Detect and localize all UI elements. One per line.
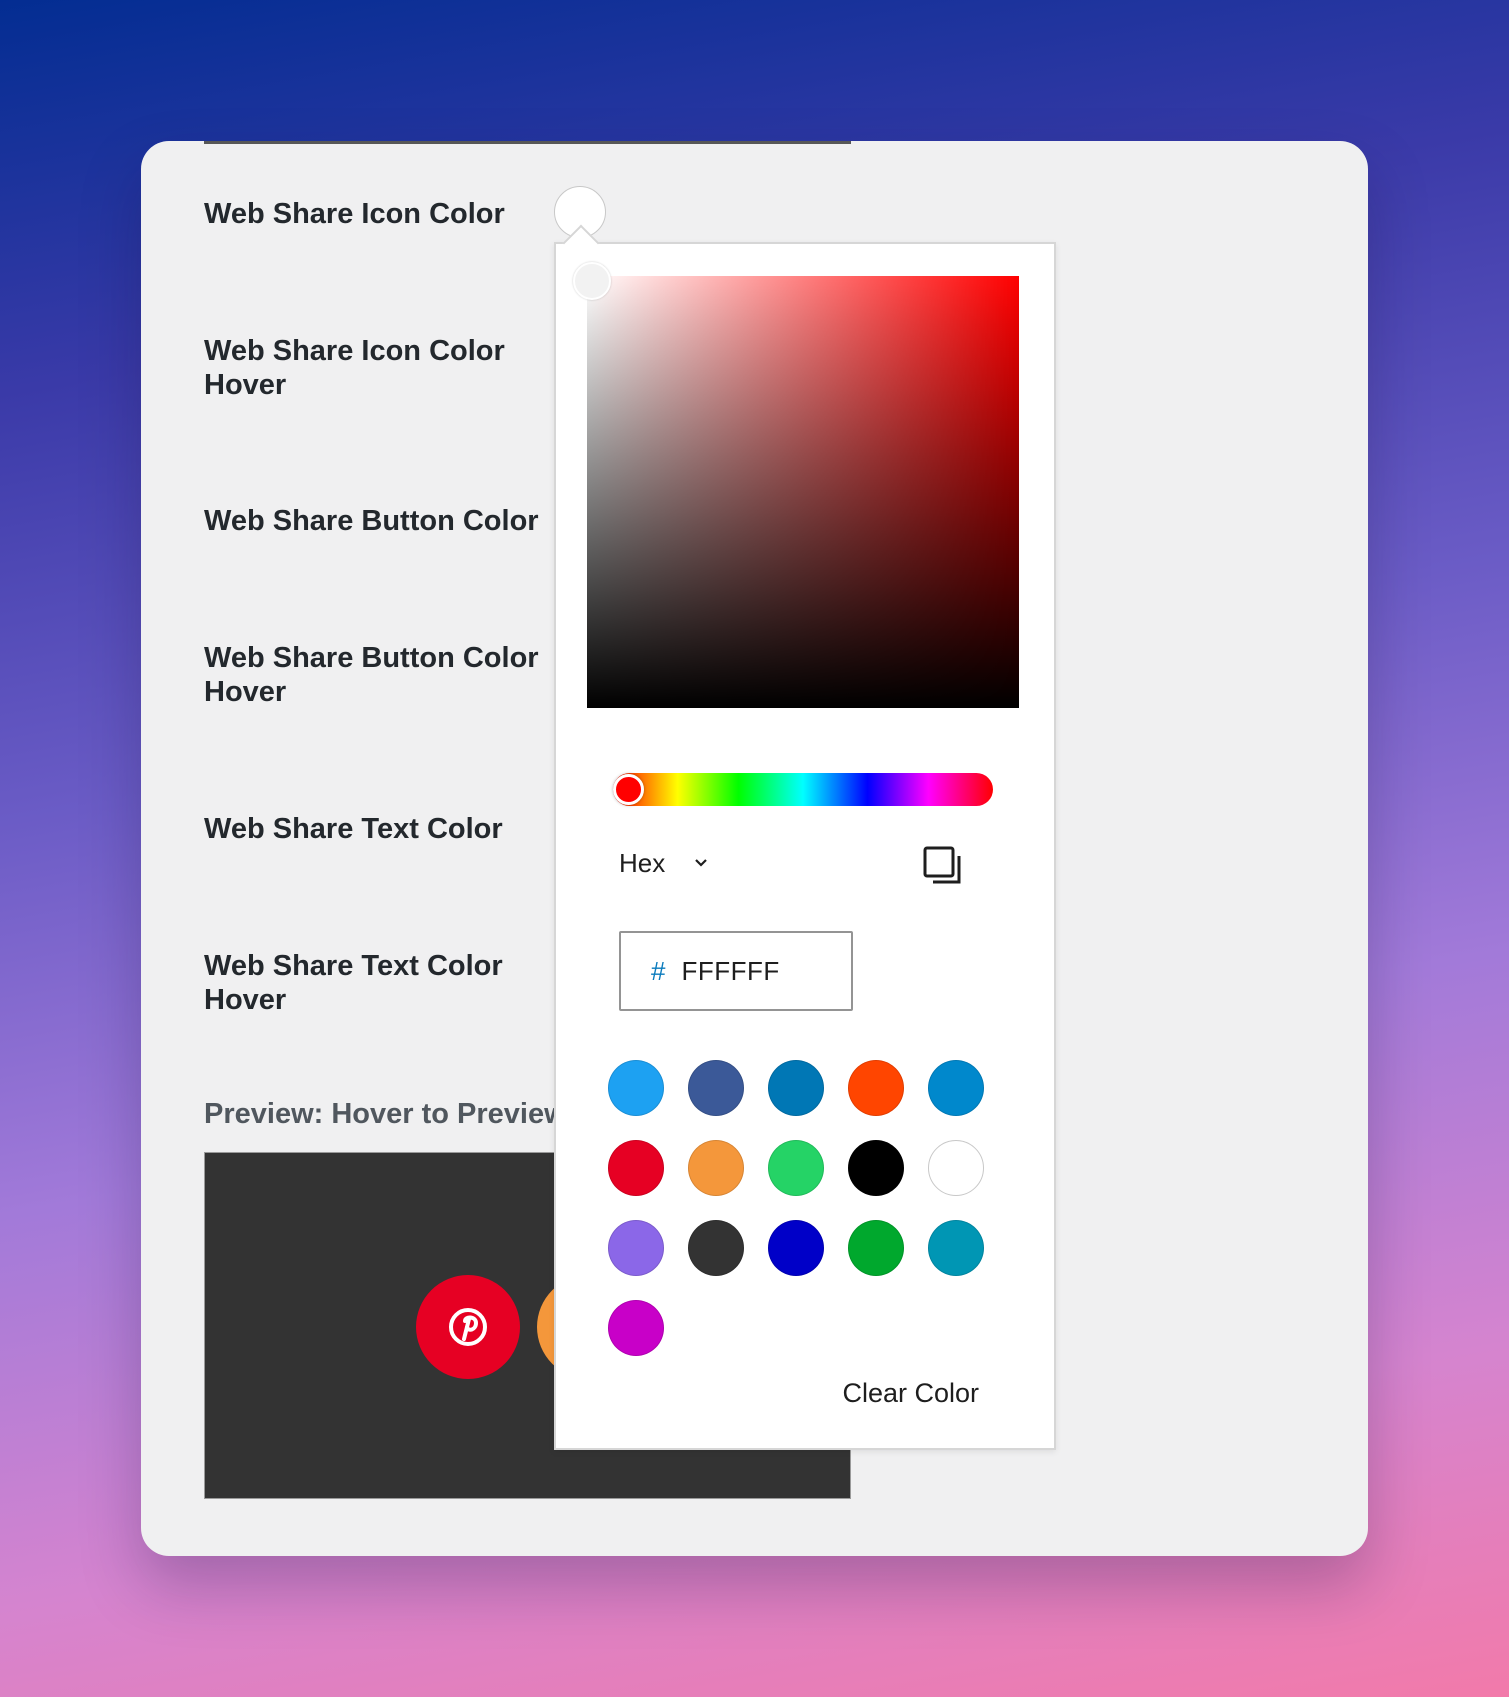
color-swatch[interactable] xyxy=(848,1220,904,1276)
label-icon-color-hover: Web Share Icon Color Hover xyxy=(204,335,505,401)
format-select[interactable]: Hex xyxy=(619,843,711,883)
color-swatch[interactable] xyxy=(848,1140,904,1196)
label-text-color-hover: Web Share Text Color Hover xyxy=(204,950,503,1016)
pinterest-icon xyxy=(449,1308,487,1346)
chevron-down-icon xyxy=(695,859,708,867)
color-swatch[interactable] xyxy=(768,1220,824,1276)
hue-slider[interactable] xyxy=(613,773,993,806)
label-text-color: Web Share Text Color xyxy=(204,813,503,845)
preview-label: Preview: Hover to Preview xyxy=(204,1098,567,1130)
hue-handle[interactable] xyxy=(613,774,644,805)
clear-color-button[interactable]: Clear Color xyxy=(842,1378,979,1409)
pinterest-share-button[interactable] xyxy=(416,1275,520,1379)
color-swatch[interactable] xyxy=(608,1140,664,1196)
label-button-color-hover: Web Share Button Color Hover xyxy=(204,642,539,708)
hex-input[interactable]: # FFFFFF xyxy=(619,931,853,1011)
saturation-area[interactable] xyxy=(573,262,1019,708)
label-button-color: Web Share Button Color xyxy=(204,505,539,537)
color-swatch[interactable] xyxy=(928,1140,984,1196)
hex-prefix: # xyxy=(651,955,666,986)
color-swatch[interactable] xyxy=(608,1060,664,1116)
color-swatch[interactable] xyxy=(928,1060,984,1116)
color-swatch[interactable] xyxy=(768,1140,824,1196)
saturation-handle[interactable] xyxy=(573,262,611,300)
color-swatch[interactable] xyxy=(608,1300,664,1356)
color-swatch[interactable] xyxy=(768,1060,824,1116)
color-swatch[interactable] xyxy=(928,1220,984,1276)
color-swatch[interactable] xyxy=(848,1060,904,1116)
divider xyxy=(204,141,851,144)
format-label: Hex xyxy=(619,847,666,878)
copy-icon[interactable] xyxy=(921,844,965,888)
hex-value: FFFFFF xyxy=(681,955,780,986)
color-picker-popover: Hex # FFFFFF Clear Color xyxy=(554,224,1056,1450)
color-swatch[interactable] xyxy=(688,1060,744,1116)
color-swatch[interactable] xyxy=(688,1220,744,1276)
color-swatch[interactable] xyxy=(688,1140,744,1196)
color-swatch[interactable] xyxy=(608,1220,664,1276)
label-icon-color: Web Share Icon Color xyxy=(204,198,505,230)
